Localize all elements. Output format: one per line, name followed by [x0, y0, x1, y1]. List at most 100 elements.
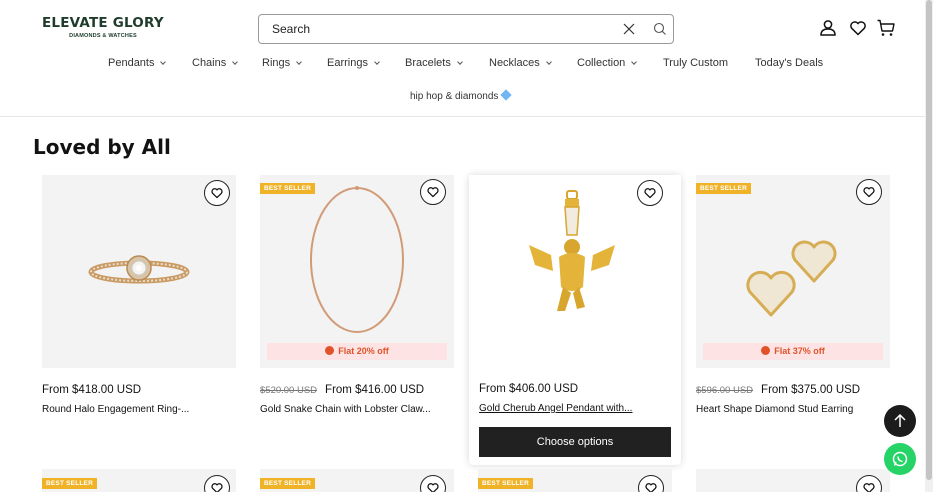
wishlist-button[interactable]	[420, 475, 446, 492]
wishlist-button[interactable]	[638, 475, 664, 492]
chain-image	[310, 186, 404, 333]
ring-image	[88, 255, 190, 284]
search-input[interactable]: Search	[258, 14, 674, 44]
search-placeholder: Search	[272, 22, 311, 36]
nav-label: Earrings	[327, 57, 368, 69]
site-header: ELEVATE GLORY DIAMONDS & WATCHES Search …	[0, 0, 933, 117]
wishlist-button[interactable]	[856, 179, 882, 205]
cart-icon[interactable]	[876, 18, 896, 38]
nav-label: Bracelets	[405, 57, 451, 69]
chevron-down-icon	[296, 58, 302, 65]
heart-icon	[863, 483, 875, 492]
chevron-down-icon	[232, 58, 239, 65]
chevron-down-icon	[374, 58, 380, 65]
heart-icon	[863, 187, 875, 198]
search-icon[interactable]	[652, 21, 668, 37]
product-price: $520.00 USD From $416.00 USD	[260, 384, 424, 396]
wishlist-button[interactable]	[204, 475, 230, 492]
brand-tagline: DIAMONDS & WATCHES	[69, 33, 137, 39]
heart-icon	[427, 187, 439, 198]
product-image[interactable]	[260, 175, 454, 368]
heart-icon[interactable]	[848, 18, 868, 38]
chevron-down-icon	[545, 58, 552, 65]
heart-icon	[645, 483, 657, 492]
chevron-down-icon	[160, 58, 167, 65]
nav-item-necklaces[interactable]: Necklaces	[489, 57, 552, 69]
discount-label: Flat 20% off	[338, 346, 389, 356]
section-title: Loved by All	[33, 135, 171, 159]
product-card[interactable]: BEST SELLER	[42, 469, 236, 492]
nav-label: Truly Custom	[663, 57, 728, 69]
wishlist-button[interactable]	[856, 475, 882, 492]
best-seller-badge: BEST SELLER	[42, 478, 97, 489]
heart-icon	[644, 188, 656, 199]
best-seller-badge: BEST SELLER	[478, 478, 533, 489]
user-icon[interactable]	[818, 18, 838, 38]
product-price: From $406.00 USD	[479, 383, 578, 395]
nav-label: Today's Deals	[755, 57, 824, 69]
compare-price: $596.00 USD	[696, 385, 754, 396]
price: From $406.00 USD	[479, 383, 579, 395]
best-seller-badge: BEST SELLER	[696, 183, 751, 194]
product-title[interactable]: Heart Shape Diamond Stud Earring	[696, 404, 886, 415]
price: From $418.00 USD	[42, 384, 142, 396]
discount-icon	[325, 346, 335, 355]
nav-item-bracelets[interactable]: Bracelets	[405, 57, 463, 69]
product-image[interactable]	[696, 175, 890, 368]
nav-item-todays-deals[interactable]: Today's Deals	[755, 57, 823, 69]
product-price: From $418.00 USD	[42, 384, 141, 396]
diamond-icon	[500, 89, 513, 101]
nav-item-rings[interactable]: Rings	[262, 57, 302, 69]
wishlist-button[interactable]	[637, 180, 663, 206]
discount-tag: Flat 20% off	[267, 343, 447, 360]
discount-label: Flat 37% off	[774, 346, 825, 356]
arrow-up-icon	[894, 413, 906, 427]
discount-icon	[761, 346, 771, 355]
nav-label: Collection	[577, 57, 626, 69]
brand-logo[interactable]: ELEVATE GLORY DIAMONDS & WATCHES	[42, 15, 164, 39]
nav-item-chains[interactable]: Chains	[192, 57, 239, 69]
discount-tag: Flat 37% off	[703, 343, 883, 360]
best-seller-badge: BEST SELLER	[260, 478, 315, 489]
wishlist-button[interactable]	[420, 179, 446, 205]
whatsapp-icon	[892, 451, 908, 467]
product-card[interactable]: BEST SELLER Flat 20% off $520.00 USD From…	[260, 175, 454, 465]
chevron-down-icon	[631, 58, 638, 65]
product-card[interactable]: BEST SELLER Flat 37% off $596.00 USD From…	[696, 175, 890, 465]
nav-item-pendants[interactable]: Pendants	[108, 57, 167, 69]
compare-price: $520.00 USD	[260, 385, 318, 396]
chevron-down-icon	[457, 58, 463, 65]
heart-icon	[211, 188, 223, 199]
product-image[interactable]	[42, 175, 236, 368]
wishlist-button[interactable]	[204, 180, 230, 206]
scrollbar-thumb[interactable]	[926, 0, 932, 480]
product-card[interactable]: From $418.00 USD Round Halo Engagement R…	[42, 175, 236, 465]
product-title[interactable]: Gold Snake Chain with Lobster Claw...	[260, 404, 450, 415]
whatsapp-button[interactable]	[884, 443, 916, 475]
nav-label: Pendants	[108, 57, 155, 69]
price: From $416.00 USD	[325, 384, 425, 396]
product-card[interactable]: From $406.00 USD Gold Cherub Angel Penda…	[469, 175, 681, 465]
product-card[interactable]	[696, 469, 890, 492]
nav-label: hip hop & diamonds	[410, 91, 499, 102]
heart-icon	[211, 483, 223, 492]
product-card[interactable]: BEST SELLER	[260, 469, 454, 492]
nav-label: Chains	[192, 57, 227, 69]
nav-item-truly-custom[interactable]: Truly Custom	[663, 57, 728, 69]
nav-label: Necklaces	[489, 57, 540, 69]
best-seller-badge: BEST SELLER	[260, 183, 315, 194]
brand-name: ELEVATE GLORY	[42, 15, 164, 31]
product-card[interactable]: BEST SELLER	[478, 469, 672, 492]
scroll-to-top-button[interactable]	[884, 405, 916, 437]
product-price: $596.00 USD From $375.00 USD	[696, 384, 860, 396]
choose-options-button[interactable]: Choose options	[479, 427, 671, 457]
nav-item-hip-hop-diamonds[interactable]: hip hop & diamonds	[410, 89, 513, 102]
product-title[interactable]: Round Halo Engagement Ring-...	[42, 404, 232, 415]
nav-item-collection[interactable]: Collection	[577, 57, 638, 69]
nav-item-earrings[interactable]: Earrings	[327, 57, 380, 69]
close-icon[interactable]	[621, 21, 637, 37]
product-title[interactable]: Gold Cherub Angel Pendant with...	[479, 403, 669, 414]
nav-label: Rings	[262, 57, 291, 69]
earring-image	[746, 240, 837, 317]
price: From $375.00 USD	[761, 384, 861, 396]
